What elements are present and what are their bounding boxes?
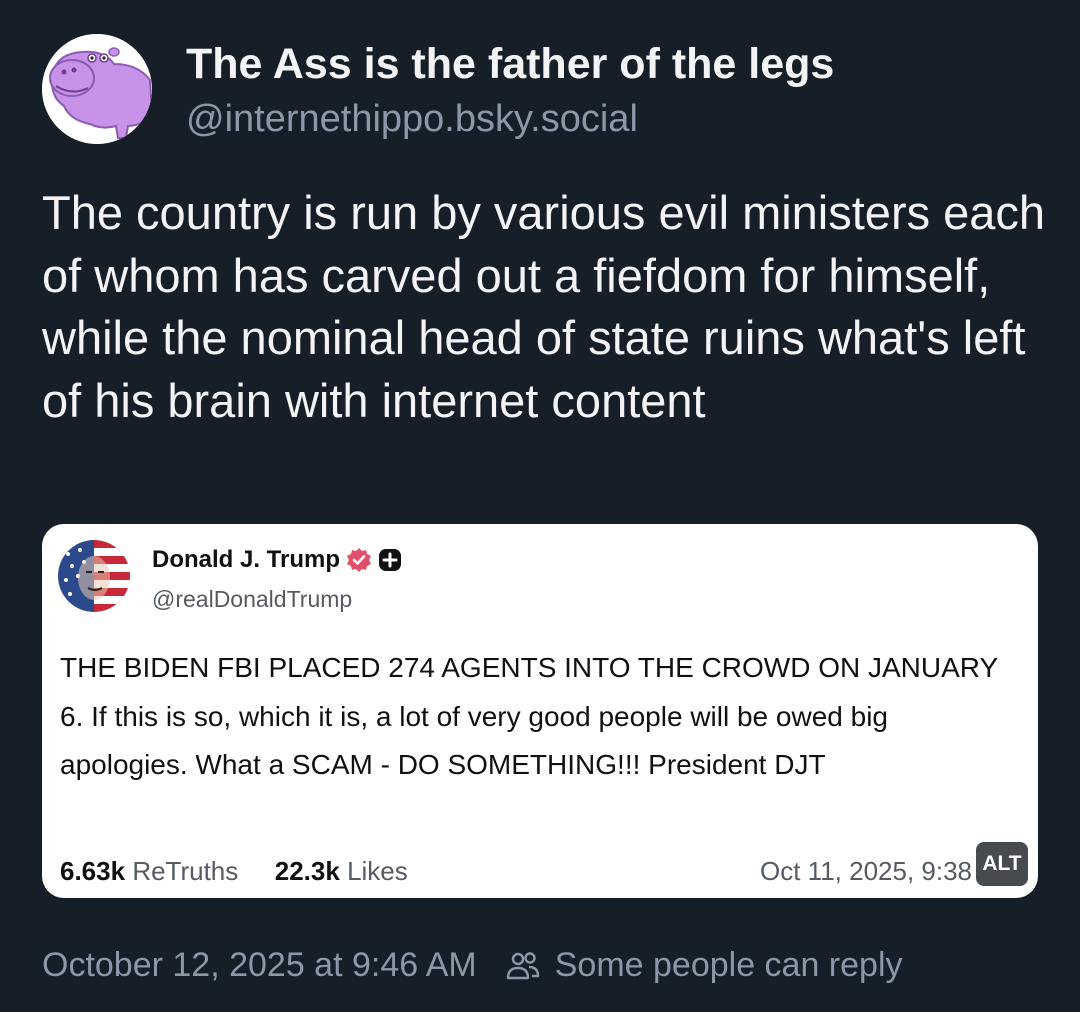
retruths-label: ReTruths xyxy=(132,856,239,886)
reply-setting[interactable]: Some people can reply xyxy=(555,946,903,985)
embedded-image[interactable]: Donald J. Trump @realDonaldTrump THE BID… xyxy=(42,524,1038,898)
post: The Ass is the father of the legs @inter… xyxy=(0,0,1080,1012)
likes-label: Likes xyxy=(347,856,408,886)
flag-face-avatar-icon xyxy=(58,540,130,612)
likes-count: 22.3k xyxy=(274,856,340,886)
embed-stats: 6.63k ReTruths 22.3k Likes xyxy=(60,856,408,887)
embed-post-text: THE BIDEN FBI PLACED 274 AGENTS INTO THE… xyxy=(60,652,998,780)
embed-author-handle: @realDonaldTrump xyxy=(152,586,353,612)
post-text: The country is run by various evil minis… xyxy=(42,186,1046,427)
embed-posted-time: Oct 11, 2025, 9:38 xyxy=(760,856,972,886)
hippo-avatar-icon[interactable] xyxy=(42,34,152,144)
retruths-count: 6.63k xyxy=(60,856,126,886)
alt-text-button[interactable]: ALT xyxy=(976,842,1028,886)
post-timestamp: October 12, 2025 at 9:46 AM xyxy=(42,946,477,984)
verified-badge-icon xyxy=(346,547,372,573)
author-display-name[interactable]: The Ass is the father of the legs xyxy=(186,40,834,89)
embed-author-row: Donald J. Trump xyxy=(152,546,402,574)
author-handle[interactable]: @internethippo.bsky.social xyxy=(186,98,638,141)
people-icon xyxy=(505,948,541,984)
post-footer: October 12, 2025 at 9:46 AM Some people … xyxy=(42,946,903,985)
plus-badge-icon xyxy=(378,548,402,572)
embed-author-name: Donald J. Trump xyxy=(152,546,341,573)
